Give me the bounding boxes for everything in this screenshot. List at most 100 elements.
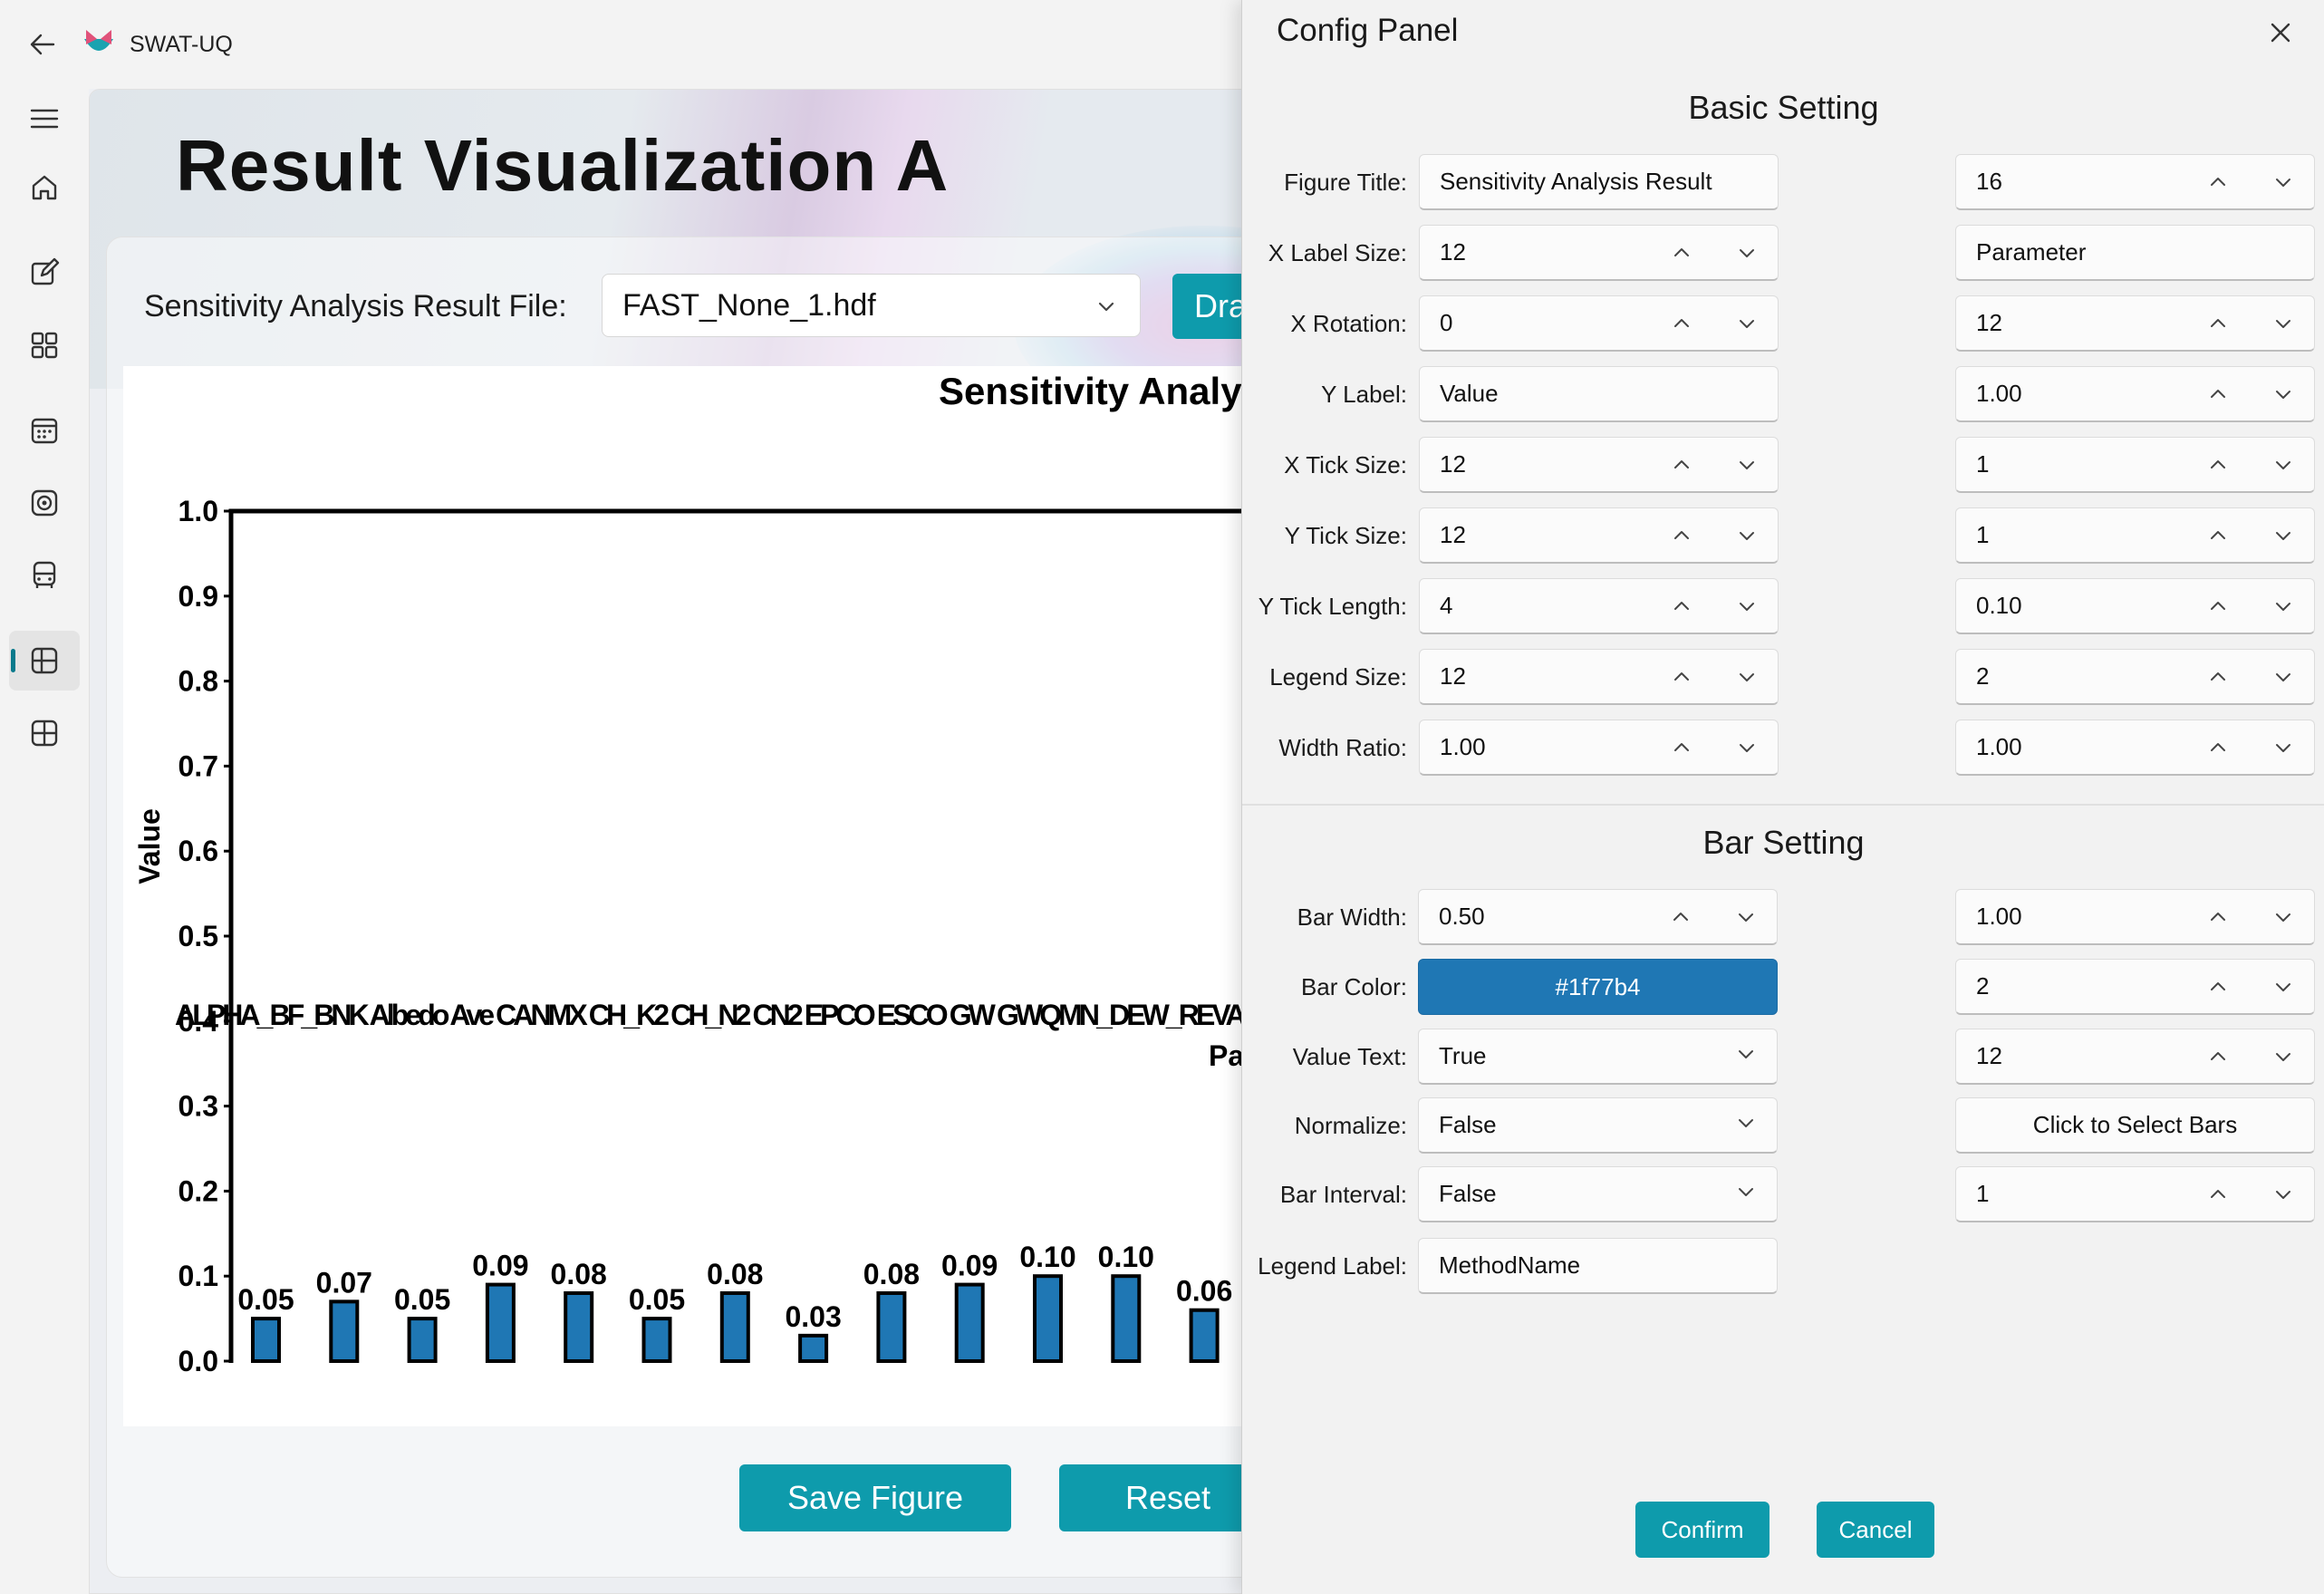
increment-button[interactable]	[2203, 733, 2232, 762]
decrement-button[interactable]	[2269, 903, 2298, 932]
increment-button[interactable]	[2203, 662, 2232, 691]
decrement-button[interactable]	[1732, 662, 1761, 691]
bar-spacing-spinbox[interactable]: 1.00	[1955, 889, 2315, 945]
decrement-button[interactable]	[2269, 972, 2298, 1001]
decrement-button[interactable]	[2269, 592, 2298, 621]
decrement-button[interactable]	[1732, 592, 1761, 621]
confirm-button[interactable]: Confirm	[1635, 1502, 1770, 1558]
nav-visualization-b[interactable]	[9, 703, 80, 763]
x-label-input[interactable]: Parameter	[1955, 225, 2315, 281]
reset-button[interactable]: Reset	[1059, 1464, 1242, 1531]
decrement-button[interactable]	[1732, 450, 1761, 479]
x-tick-size-spinbox[interactable]: 12	[1419, 437, 1779, 493]
bar-interval-dropdown[interactable]: False	[1418, 1166, 1778, 1222]
increment-button[interactable]	[2203, 1180, 2232, 1209]
increment-button[interactable]	[2203, 450, 2232, 479]
x-tick-width-spinbox[interactable]: 1	[1955, 437, 2315, 493]
result-file-select[interactable]: FAST_None_1.hdf	[602, 274, 1141, 337]
increment-button[interactable]	[1666, 903, 1695, 932]
close-button[interactable]	[2264, 16, 2297, 49]
y-maximum-spinbox[interactable]: 1.00	[1955, 366, 2315, 422]
bar-color-picker[interactable]: #1f77b4	[1418, 959, 1778, 1015]
nav-bus[interactable]	[9, 546, 80, 605]
back-button[interactable]	[15, 17, 70, 72]
bar[interactable]	[641, 1317, 672, 1363]
bar[interactable]	[1189, 1308, 1220, 1363]
width-ratio-spinbox[interactable]: 1.00	[1419, 720, 1779, 776]
save-figure-button[interactable]: Save Figure	[739, 1464, 1011, 1531]
increment-button[interactable]	[2203, 168, 2232, 197]
menu-button[interactable]	[9, 89, 80, 149]
increment-button[interactable]	[1667, 450, 1696, 479]
bar[interactable]	[1111, 1274, 1142, 1364]
text-size-spinbox[interactable]: 12	[1955, 1029, 2315, 1085]
increment-button[interactable]	[1667, 521, 1696, 550]
box-width-spinbox[interactable]: 2	[1955, 649, 2315, 705]
bar[interactable]	[485, 1282, 516, 1364]
chevron-up-icon	[1674, 602, 1689, 610]
bar[interactable]	[719, 1290, 750, 1364]
interval-width-spinbox[interactable]: 1	[1955, 1166, 2315, 1222]
bar-width-spinbox[interactable]: 0.50	[1418, 889, 1778, 945]
bar[interactable]	[564, 1290, 594, 1364]
value-text-dropdown[interactable]: True	[1418, 1029, 1778, 1085]
decrement-button[interactable]	[2269, 450, 2298, 479]
x-rotation-spinbox[interactable]: 0	[1419, 295, 1779, 352]
bar[interactable]	[329, 1299, 360, 1363]
increment-button[interactable]	[2203, 972, 2232, 1001]
decrement-button[interactable]	[2269, 1180, 2298, 1209]
increment-button[interactable]	[2203, 380, 2232, 409]
bar[interactable]	[407, 1317, 438, 1363]
legend-label-input[interactable]: MethodName	[1418, 1238, 1778, 1294]
select-bars-button[interactable]: Click to Select Bars	[1955, 1097, 2315, 1154]
y-tick-length-spinbox[interactable]: 4	[1419, 578, 1779, 634]
increment-button[interactable]	[2203, 521, 2232, 550]
nav-edit[interactable]	[9, 243, 80, 303]
nav-visualization-a[interactable]	[9, 631, 80, 691]
y-tick-size-spinbox[interactable]: 12	[1419, 507, 1779, 564]
nav-calendar[interactable]	[9, 401, 80, 460]
x-label-size-spinbox[interactable]: 12	[1419, 225, 1779, 281]
increment-button[interactable]	[2203, 592, 2232, 621]
decrement-button[interactable]	[1732, 733, 1761, 762]
bar[interactable]	[876, 1290, 907, 1364]
y-tick-width-spinbox[interactable]: 1	[1955, 507, 2315, 564]
bar[interactable]	[954, 1282, 985, 1364]
cancel-button[interactable]: Cancel	[1817, 1502, 1934, 1558]
height-ratio-spinbox[interactable]: 1.00	[1955, 720, 2315, 776]
decrement-button[interactable]	[2269, 1042, 2298, 1071]
increment-button[interactable]	[2203, 903, 2232, 932]
nav-target[interactable]	[9, 473, 80, 533]
decrement-button[interactable]	[2269, 662, 2298, 691]
bar[interactable]	[251, 1317, 281, 1363]
y-label-input[interactable]: Value	[1419, 366, 1779, 422]
nav-grid[interactable]	[9, 315, 80, 375]
decrement-button[interactable]	[1732, 521, 1761, 550]
decrement-button[interactable]	[2269, 168, 2298, 197]
decrement-button[interactable]	[1731, 903, 1760, 932]
nav-home[interactable]	[9, 158, 80, 217]
increment-button[interactable]	[1667, 592, 1696, 621]
edge-width-spinbox[interactable]: 2	[1955, 959, 2315, 1015]
increment-button[interactable]	[1667, 309, 1696, 338]
title-size-spinbox[interactable]: 16	[1955, 154, 2315, 210]
legend-size-spinbox[interactable]: 12	[1419, 649, 1779, 705]
bar[interactable]	[1033, 1274, 1063, 1364]
decrement-button[interactable]	[2269, 380, 2298, 409]
increment-button[interactable]	[1667, 733, 1696, 762]
figure-title-input[interactable]: Sensitivity Analysis Result	[1419, 154, 1779, 210]
draw-button[interactable]: Dra	[1172, 274, 1242, 339]
increment-button[interactable]	[1667, 662, 1696, 691]
y-tick-interval-spinbox[interactable]: 0.10	[1955, 578, 2315, 634]
increment-button[interactable]	[2203, 309, 2232, 338]
increment-button[interactable]	[2203, 1042, 2232, 1071]
decrement-button[interactable]	[1732, 238, 1761, 267]
bar[interactable]	[798, 1333, 829, 1363]
decrement-button[interactable]	[2269, 309, 2298, 338]
increment-button[interactable]	[1667, 238, 1696, 267]
decrement-button[interactable]	[2269, 733, 2298, 762]
normalize-dropdown[interactable]: False	[1418, 1097, 1778, 1154]
decrement-button[interactable]	[2269, 521, 2298, 550]
y-label-size-spinbox[interactable]: 12	[1955, 295, 2315, 352]
decrement-button[interactable]	[1732, 309, 1761, 338]
